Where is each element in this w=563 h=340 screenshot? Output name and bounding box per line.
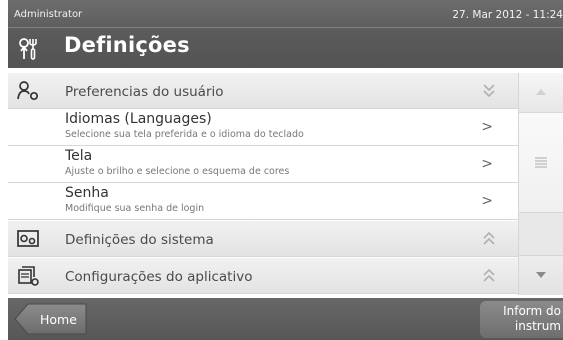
chevron-double-down-icon[interactable] [482, 82, 496, 98]
chevron-double-up-icon[interactable] [482, 230, 496, 246]
application-settings-icon [16, 265, 40, 287]
chevron-right-icon: > [481, 156, 493, 172]
item-title: Tela [65, 148, 93, 164]
list-item-languages[interactable]: Idiomas (Languages) Selecione sua tela p… [8, 109, 518, 146]
chevron-right-icon: > [481, 119, 493, 135]
bottom-bar: Home Inform do instrum [8, 298, 563, 340]
chevron-double-up-icon[interactable] [482, 267, 496, 283]
triangle-down-icon [536, 272, 546, 278]
grip-icon [535, 157, 547, 168]
item-subtitle: Selecione sua tela preferida e o idioma … [65, 129, 304, 140]
section-system-settings[interactable]: Definições do sistema [8, 221, 518, 257]
settings-tools-icon [16, 35, 44, 61]
app-window: Administrator 27. Mar 2012 - 11:24 Defin… [8, 0, 563, 340]
item-title: Idiomas (Languages) [65, 111, 212, 127]
section-label: Configurações do aplicativo [65, 269, 253, 285]
instrument-info-button[interactable]: Inform do instrum [480, 301, 563, 338]
top-bar: Administrator 27. Mar 2012 - 11:24 Defin… [8, 0, 563, 68]
list-item-password[interactable]: Senha Modifique sua senha de login > [8, 183, 518, 220]
logged-in-user: Administrator [14, 9, 83, 20]
user-preferences-icon [16, 80, 40, 102]
page-title: Definições [64, 33, 190, 57]
scrollbar[interactable] [518, 73, 563, 295]
divider [8, 27, 563, 28]
item-subtitle: Modifique sua senha de login [65, 203, 205, 214]
section-user-preferences[interactable]: Preferencias do usuário [8, 73, 518, 109]
scroll-track[interactable] [519, 213, 563, 255]
section-label: Definições do sistema [65, 232, 214, 248]
scroll-down-button[interactable] [519, 255, 563, 295]
chevron-right-icon: > [481, 193, 493, 209]
home-label: Home [40, 312, 77, 327]
system-settings-icon [16, 228, 40, 250]
item-subtitle: Ajuste o brilho e selecione o esquema de… [65, 166, 290, 177]
section-application-settings[interactable]: Configurações do aplicativo [8, 258, 518, 294]
settings-list: Preferencias do usuário Idiomas (Languag… [8, 73, 518, 295]
scroll-up-button[interactable] [519, 73, 563, 113]
home-button[interactable]: Home [14, 303, 88, 335]
item-title: Senha [65, 185, 109, 201]
scroll-thumb[interactable] [519, 113, 563, 213]
date-time: 27. Mar 2012 - 11:24 [452, 9, 563, 21]
list-item-screen[interactable]: Tela Ajuste o brilho e selecione o esque… [8, 146, 518, 183]
triangle-up-icon [536, 89, 546, 95]
instrument-info-label: Inform do instrum [503, 304, 561, 333]
section-label: Preferencias do usuário [65, 84, 224, 100]
